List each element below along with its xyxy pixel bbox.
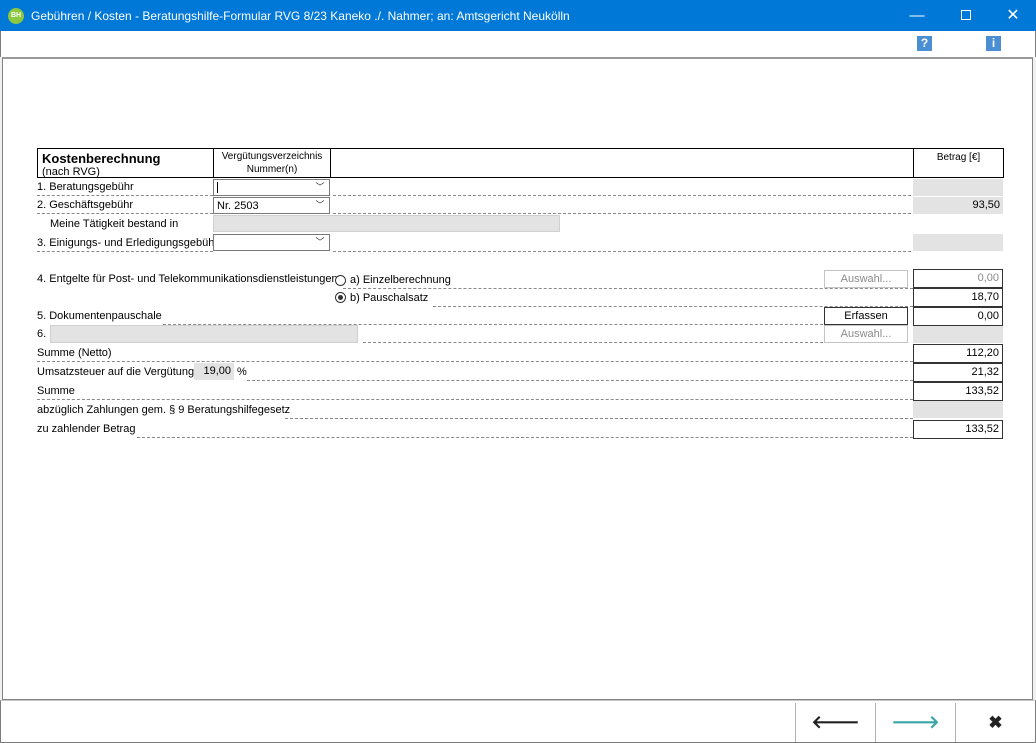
header-title: Kostenberechnung xyxy=(42,151,161,166)
post-telekom-label: 4. Entgelte für Post- und Telekommunikat… xyxy=(37,273,338,285)
header-vv: Vergütungsverzeichnis Nummer(n) xyxy=(213,148,331,178)
beratungsgebuehr-amount xyxy=(913,179,1003,196)
erfassen-button[interactable]: Erfassen xyxy=(824,307,908,325)
maximize-button[interactable] xyxy=(943,0,989,31)
chevron-down-icon[interactable]: ﹀ xyxy=(311,198,329,213)
row1-leader-2 xyxy=(333,195,911,196)
help-toolbar: ? i xyxy=(0,31,1036,57)
post-pauschal-amount: 18,70 xyxy=(913,288,1003,307)
ust-percent-sign: % xyxy=(237,366,247,378)
pauschalsatz-label: b) Pauschalsatz xyxy=(350,292,429,304)
beratungsgebuehr-label: 1. Beratungsgebühr xyxy=(37,181,134,193)
ust-rate-field[interactable]: 19,00 xyxy=(194,363,234,380)
dokumentenpauschale-label: 5. Dokumentenpauschale xyxy=(37,310,162,322)
dokumentenpauschale-amount: 0,00 xyxy=(913,307,1003,326)
cancel-button[interactable]: ✖ xyxy=(955,703,1035,742)
taetigkeit-field xyxy=(213,215,560,232)
header-subtitle: (nach RVG) xyxy=(42,166,100,178)
header-description xyxy=(330,148,914,178)
back-button[interactable]: 🡐 xyxy=(795,703,875,742)
zahlend-leader xyxy=(137,437,913,438)
row6-text-field xyxy=(50,325,358,343)
header-betrag: Betrag [€] xyxy=(913,148,1004,178)
abzug-zahlungen-amount xyxy=(913,401,1003,418)
row6-label: 6. xyxy=(37,328,47,340)
row2-leader xyxy=(37,213,213,214)
auswahl-post-button[interactable]: Auswahl... xyxy=(824,270,908,288)
netto-leader xyxy=(37,361,913,362)
arrow-right-icon: 🡒 xyxy=(891,712,940,732)
post-einzel-amount[interactable]: 0,00 xyxy=(913,269,1003,288)
text-cursor xyxy=(217,182,218,193)
abzug-zahlungen-label: abzüglich Zahlungen gem. § 9 Beratungshi… xyxy=(37,404,291,416)
umsatzsteuer-label: Umsatzsteuer auf die Vergütung xyxy=(37,366,195,378)
row6-leader xyxy=(363,342,823,343)
taetigkeit-label: Meine Tätigkeit bestand in xyxy=(50,218,179,230)
abzug-leader xyxy=(285,418,913,419)
summe-netto-amount: 112,20 xyxy=(913,344,1003,363)
row3-leader-2 xyxy=(333,251,911,252)
summe-netto-label: Summe (Netto) xyxy=(37,347,112,359)
app-logo-icon: BH xyxy=(8,8,24,24)
geschaeftsgebuehr-combo[interactable]: Nr. 2503 ﹀ xyxy=(213,197,330,214)
summe-label: Summe xyxy=(37,385,75,397)
beratungsgebuehr-combo[interactable]: ﹀ xyxy=(213,179,330,196)
row2-leader-2 xyxy=(333,213,911,214)
maximize-icon xyxy=(961,9,971,20)
einzelberechnung-label: a) Einzelberechnung xyxy=(350,274,451,286)
header-vv-line1: Vergütungsverzeichnis xyxy=(221,151,323,162)
row6-amount xyxy=(913,326,1003,343)
title-bar: BH Gebühren / Kosten - Beratungshilfe-Fo… xyxy=(0,0,1036,31)
einzelberechnung-radio[interactable] xyxy=(335,275,346,286)
close-window-button[interactable]: ✕ xyxy=(990,0,1036,31)
row1-leader xyxy=(37,195,213,196)
header-vv-line2: Nummer(n) xyxy=(246,164,298,175)
minimize-button[interactable]: — xyxy=(894,0,940,31)
close-icon: ✖ xyxy=(988,713,1003,732)
einigungsgebuehr-combo[interactable]: ﹀ xyxy=(213,234,330,251)
einigungsgebuehr-label: 3. Einigungs- und Erledigungsgebühr xyxy=(37,237,219,249)
zu-zahlender-betrag-label: zu zahlender Betrag xyxy=(37,423,136,435)
header-betrag-label: Betrag [€] xyxy=(936,152,981,163)
geschaeftsgebuehr-label: 2. Geschäftsgebühr xyxy=(37,199,134,211)
bottom-navigation-bar: 🡐 🡒 ✖ xyxy=(0,700,1036,743)
row4a-leader xyxy=(343,288,913,289)
pauschalsatz-radio[interactable] xyxy=(335,292,346,303)
window-title: Gebühren / Kosten - Beratungshilfe-Formu… xyxy=(31,9,570,23)
einigungsgebuehr-amount xyxy=(913,234,1003,251)
ust-leader xyxy=(247,380,913,381)
help-icon[interactable]: ? xyxy=(917,36,932,51)
geschaeftsgebuehr-amount: 93,50 xyxy=(913,197,1003,214)
chevron-down-icon[interactable]: ﹀ xyxy=(311,180,329,195)
summe-leader xyxy=(37,399,913,400)
forward-button[interactable]: 🡒 xyxy=(875,703,955,742)
umsatzsteuer-amount: 21,32 xyxy=(913,363,1003,382)
info-icon[interactable]: i xyxy=(986,36,1001,51)
summe-amount: 133,52 xyxy=(913,382,1003,401)
cost-calculation-panel: Kostenberechnung (nach RVG) Vergütungsve… xyxy=(2,57,1033,700)
row3-leader xyxy=(37,251,213,252)
chevron-down-icon[interactable]: ﹀ xyxy=(311,235,329,250)
arrow-left-icon: 🡐 xyxy=(811,712,860,732)
zu-zahlender-betrag-amount: 133,52 xyxy=(913,420,1003,439)
auswahl-six-button[interactable]: Auswahl... xyxy=(824,325,908,343)
header-kostenberechnung: Kostenberechnung (nach RVG) xyxy=(37,148,214,178)
